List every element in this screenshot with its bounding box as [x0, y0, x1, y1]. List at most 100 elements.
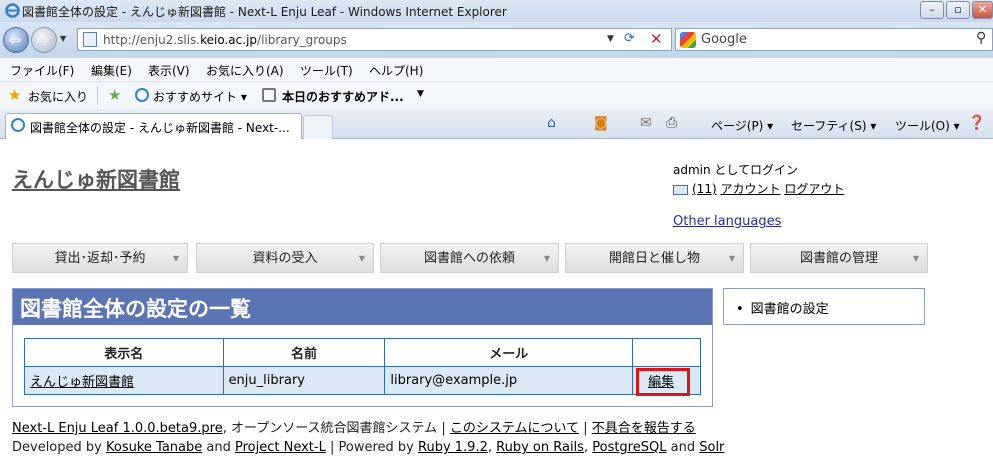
tab-favicon-icon: [11, 118, 25, 132]
home-icon[interactable]: ⌂: [547, 115, 556, 131]
new-tab-button[interactable]: [303, 115, 333, 139]
table-row: えんじゅ新図書館 enju_library library@example.jp…: [24, 366, 701, 396]
nav-label: 資料の受入: [252, 251, 318, 266]
site-title-link[interactable]: えんじゅ新図書館: [12, 164, 180, 194]
url-prefix: http://enju2.slis.: [103, 33, 201, 47]
column-header: [632, 338, 701, 367]
url-suffix: /library_groups: [257, 33, 347, 47]
nav-label: 貸出･返却･予約: [54, 251, 146, 266]
nav-acquisition[interactable]: 資料の受入 ▼: [196, 243, 374, 273]
library-groups-table: 表示名 名前 メール えんじゅ新図書館 enju_library library…: [24, 338, 701, 396]
edit-link[interactable]: 編集: [648, 375, 674, 390]
menu-tools[interactable]: ツール(T): [300, 62, 353, 79]
forward-button[interactable]: ⇨: [31, 27, 57, 53]
refresh-icon[interactable]: ⟳: [624, 31, 635, 46]
menu-help[interactable]: ヘルプ(H): [369, 62, 423, 79]
close-window-button[interactable]: ✕: [972, 1, 993, 19]
window-titlebar: 図書館全体の設定 - えんじゅ新図書館 - Next-L Enju Leaf -…: [0, 0, 993, 22]
product-description: , オープンソース統合図書館システム: [222, 421, 438, 436]
postgresql-link[interactable]: PostgreSQL: [592, 440, 666, 455]
web-slice-icon: [262, 88, 276, 102]
url-host: keio.ac.jp: [200, 33, 258, 47]
tools-menu[interactable]: ツール(O) ▾: [895, 117, 960, 134]
display-name-link[interactable]: えんじゅ新図書館: [30, 375, 134, 390]
sidebar-item-library-settings[interactable]: 図書館の設定: [736, 298, 829, 317]
nav-label: 図書館の管理: [799, 251, 878, 266]
report-bug-link[interactable]: 不具合を報告する: [592, 421, 696, 436]
powered-by-text: Powered by: [338, 440, 414, 455]
favorites-bar: ★ お気に入り ★ おすすめサイト ▾ 本日のおすすめアド... ▼: [0, 82, 993, 109]
maximize-button[interactable]: ▫: [946, 1, 970, 19]
page-heading: 図書館全体の設定の一覧: [13, 289, 712, 325]
other-languages-link[interactable]: Other languages: [673, 214, 781, 229]
rails-link[interactable]: Ruby on Rails: [496, 440, 584, 455]
google-icon: [680, 32, 696, 48]
footer-separator: |: [329, 440, 335, 455]
help-icon[interactable]: ❓: [968, 115, 985, 131]
chevron-down-icon: ▼: [912, 254, 919, 263]
table-header-row: 表示名 名前 メール: [24, 338, 701, 367]
developed-by-text: Developed by: [12, 440, 102, 455]
page-menu[interactable]: ページ(P) ▾: [711, 117, 773, 134]
address-url[interactable]: http://enju2.slis.keio.ac.jp/library_gro…: [103, 33, 347, 47]
solr-link[interactable]: Solr: [699, 440, 724, 455]
email-cell: library@example.jp: [384, 366, 634, 395]
user-box: admin としてログイン (11) アカウント ログアウト: [673, 161, 844, 199]
messages-count-link[interactable]: (11): [692, 182, 717, 196]
feeds-icon[interactable]: ◙: [594, 115, 608, 131]
product-link[interactable]: Next-L Enju Leaf 1.0.0.beta9.pre: [12, 421, 223, 436]
suggested-sites-link[interactable]: おすすめサイト ▾: [153, 88, 247, 105]
back-arrow-icon: ⇦: [9, 31, 22, 49]
todays-addons-link[interactable]: 本日のおすすめアド...: [282, 88, 404, 105]
address-dropdown-icon[interactable]: ▼: [607, 34, 614, 44]
safety-menu[interactable]: セーフティ(S) ▾: [791, 117, 876, 134]
nav-label: 図書館への依頼: [423, 251, 515, 266]
nav-events[interactable]: 開館日と催し物 ▼: [565, 243, 744, 273]
chevron-down-icon: ▼: [728, 254, 735, 263]
menu-view[interactable]: 表示(V): [148, 62, 190, 79]
address-bar[interactable]: http://enju2.slis.keio.ac.jp/library_gro…: [77, 28, 672, 51]
nav-label: 開館日と催し物: [608, 251, 700, 266]
mail-icon[interactable]: ✉: [640, 115, 652, 131]
tab-title: 図書館全体の設定 - えんじゅ新図書館 - Next-...: [30, 121, 290, 135]
favorites-button[interactable]: お気に入り: [28, 88, 88, 105]
favorites-divider: [97, 86, 98, 105]
sidebar-panel: 図書館の設定: [723, 288, 925, 325]
name-cell: enju_library: [222, 366, 386, 395]
menu-file[interactable]: ファイル(F): [10, 62, 74, 79]
history-dropdown-icon[interactable]: ▼: [60, 34, 66, 43]
tab-active[interactable]: 図書館全体の設定 - えんじゅ新図書館 - Next-...: [5, 113, 302, 139]
menu-bar: ファイル(F) 編集(E) 表示(V) お気に入り(A) ツール(T) ヘルプ(…: [0, 58, 993, 82]
tab-strip: 図書館全体の設定 - えんじゅ新図書館 - Next-... ⌂ ◙ ✉ ⎙ ペ…: [0, 109, 993, 139]
print-icon[interactable]: ⎙: [666, 115, 677, 131]
author-link[interactable]: Kosuke Tanabe: [106, 440, 202, 455]
nav-circulation[interactable]: 貸出･返却･予約 ▼: [12, 243, 188, 273]
menu-edit[interactable]: 編集(E): [91, 62, 132, 79]
chevron-down-icon: ▼: [358, 254, 365, 263]
sidebar-list: 図書館の設定: [736, 298, 829, 317]
nav-requests[interactable]: 図書館への依頼 ▼: [380, 243, 559, 273]
todays-addons-dropdown-icon[interactable]: ▼: [417, 89, 424, 99]
ruby-link[interactable]: Ruby 1.9.2: [418, 440, 488, 455]
display-name-cell: えんじゅ新図書館: [24, 366, 224, 395]
menu-favorites[interactable]: お気に入り(A): [206, 62, 284, 79]
footer: Next-L Enju Leaf 1.0.0.beta9.pre, オープンソー…: [12, 419, 724, 457]
project-link[interactable]: Project Next-L: [235, 440, 326, 455]
login-status: admin としてログイン: [673, 163, 799, 177]
page-icon: [83, 32, 97, 47]
add-favorite-icon[interactable]: ★: [108, 86, 121, 104]
nav-administration[interactable]: 図書館の管理 ▼: [750, 243, 928, 273]
search-box[interactable]: Google ⚲: [675, 28, 993, 51]
comma-text: ,: [583, 440, 589, 455]
back-button[interactable]: ⇦: [3, 27, 29, 53]
search-icon[interactable]: ⚲: [976, 30, 986, 46]
footer-separator: |: [441, 421, 446, 436]
search-input[interactable]: Google: [701, 32, 747, 47]
logout-link[interactable]: ログアウト: [784, 182, 844, 196]
minimize-button[interactable]: –: [920, 1, 944, 19]
account-link[interactable]: アカウント: [720, 182, 780, 196]
page-content: えんじゅ新図書館 admin としてログイン (11) アカウント ログアウト …: [0, 140, 993, 465]
stop-icon[interactable]: ✕: [650, 30, 663, 48]
chevron-down-icon: ▼: [543, 254, 550, 263]
about-link[interactable]: このシステムについて: [450, 421, 579, 436]
